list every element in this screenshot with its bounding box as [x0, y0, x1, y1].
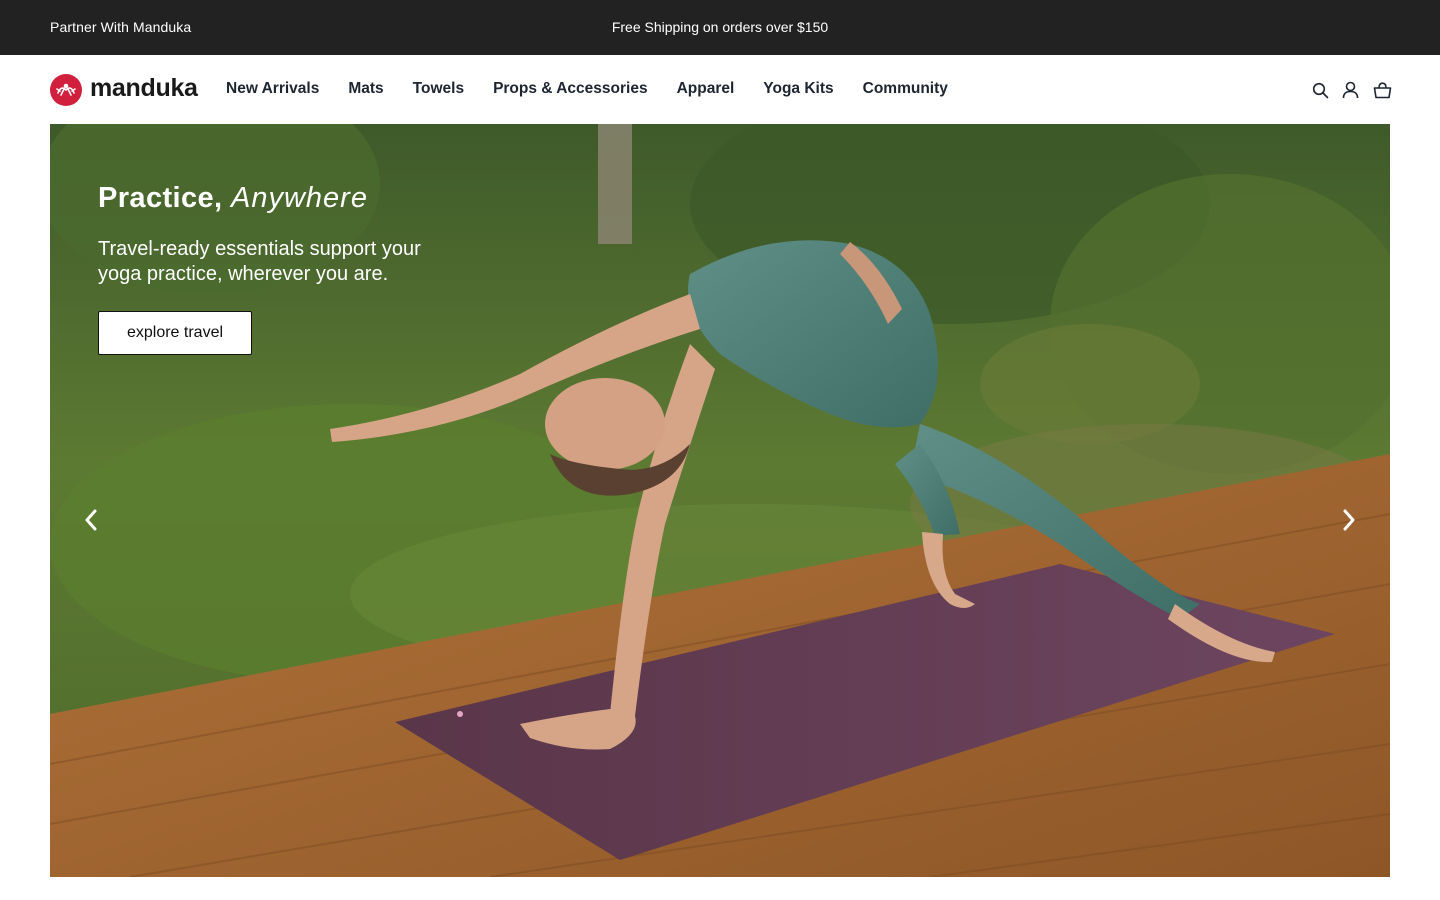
search-icon[interactable]	[1310, 80, 1330, 100]
nav-item-towels[interactable]: Towels	[413, 80, 464, 98]
nav-item-community[interactable]: Community	[863, 80, 948, 98]
main-nav: New Arrivals Mats Towels Props & Accesso…	[226, 80, 977, 98]
manduka-logo-icon	[50, 74, 82, 106]
site-header: manduka New Arrivals Mats Towels Props &…	[0, 55, 1440, 124]
header-actions	[1310, 80, 1392, 100]
hero-banner: Practice, Anywhere Travel-ready essentia…	[50, 124, 1390, 877]
nav-item-apparel[interactable]: Apparel	[677, 80, 735, 98]
logo[interactable]: manduka	[50, 74, 198, 106]
nav-item-new-arrivals[interactable]: New Arrivals	[226, 80, 319, 98]
logo-wordmark: manduka	[90, 73, 198, 102]
chevron-left-icon	[85, 509, 97, 531]
cart-icon[interactable]	[1372, 80, 1392, 100]
nav-item-yoga-kits[interactable]: Yoga Kits	[763, 80, 833, 98]
account-icon[interactable]	[1340, 80, 1360, 100]
nav-item-mats[interactable]: Mats	[348, 80, 383, 98]
partner-link[interactable]: Partner With Manduka	[50, 19, 191, 35]
hero-title: Practice, Anywhere	[98, 182, 438, 215]
carousel-next-button[interactable]	[1334, 505, 1364, 535]
chevron-right-icon	[1343, 509, 1355, 531]
hero-title-italic: Anywhere	[230, 182, 368, 214]
shipping-message: Free Shipping on orders over $150	[611, 19, 829, 35]
explore-travel-button[interactable]: explore travel	[98, 311, 252, 355]
hero-title-bold: Practice,	[98, 182, 223, 214]
nav-item-props-accessories[interactable]: Props & Accessories	[493, 80, 648, 98]
carousel-prev-button[interactable]	[76, 505, 106, 535]
announcement-bar: Partner With Manduka Free Shipping on or…	[0, 0, 1440, 55]
hero-subtitle: Travel-ready essentials support your yog…	[98, 238, 421, 285]
hero-content: Practice, Anywhere Travel-ready essentia…	[98, 182, 438, 355]
